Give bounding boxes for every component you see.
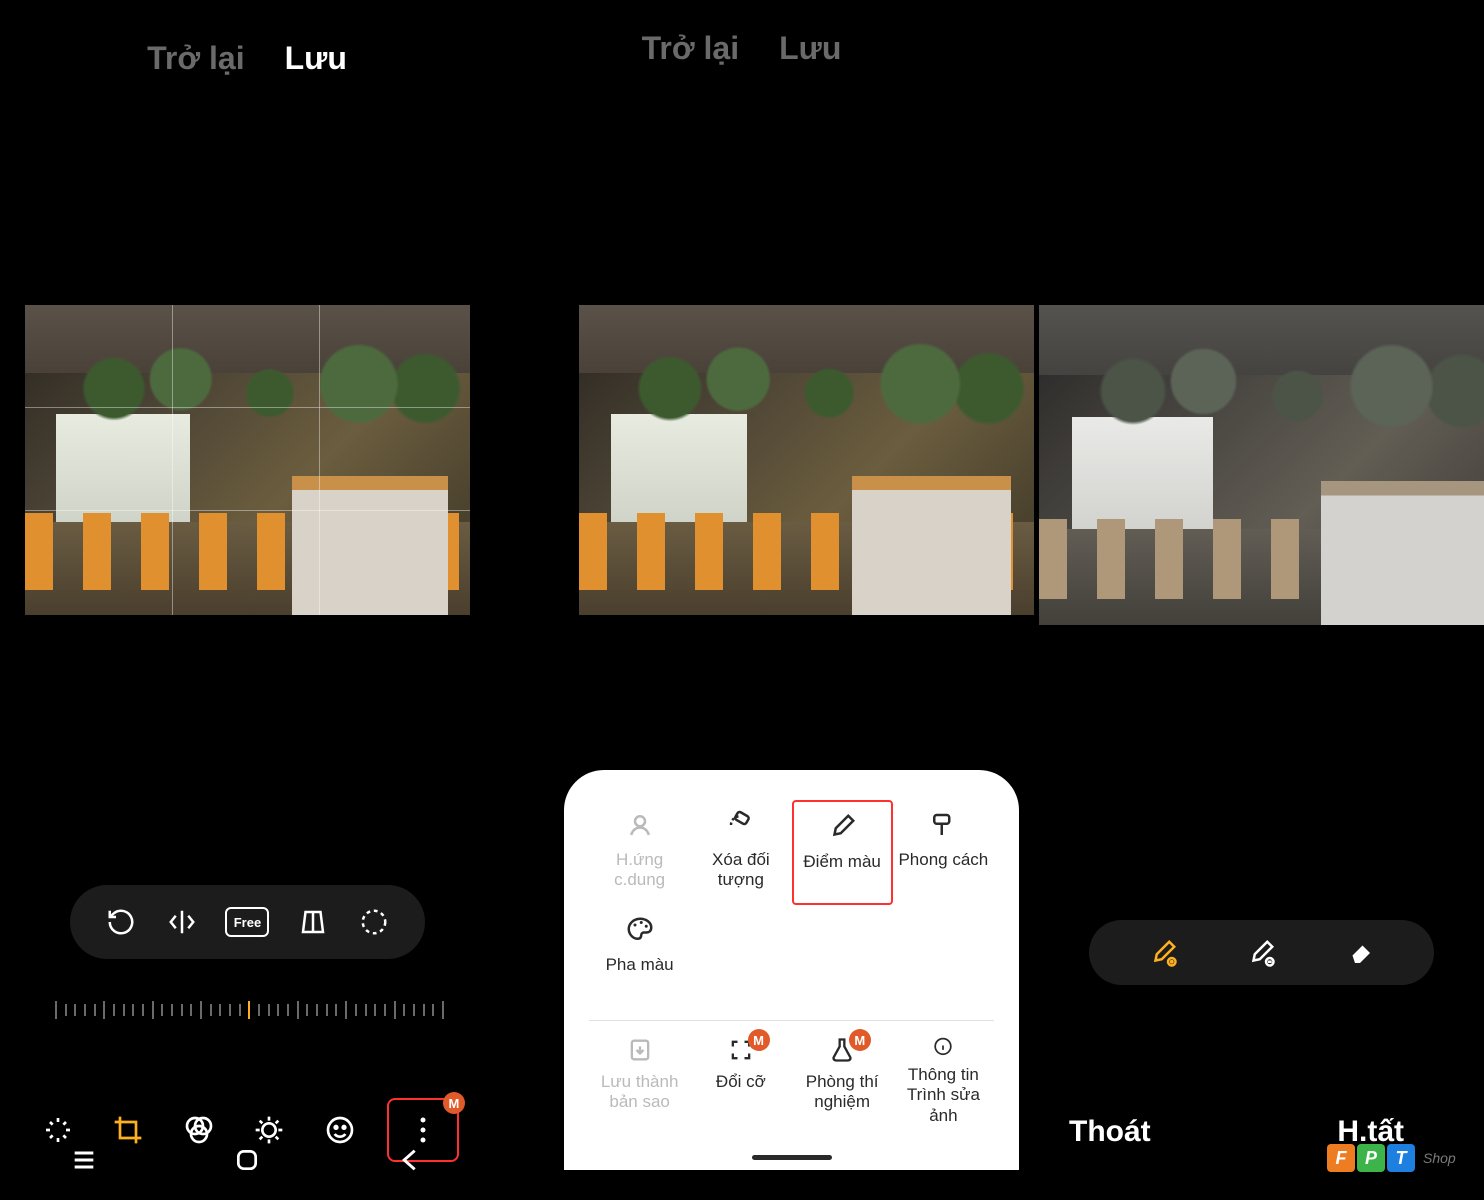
exit-button[interactable]: Thoát <box>1069 1115 1151 1149</box>
watermark: F P T Shop <box>1319 1138 1484 1178</box>
sheet-handle[interactable] <box>752 1155 832 1160</box>
editor-image-desaturated[interactable] <box>1039 305 1484 625</box>
eyedropper-add-icon[interactable] <box>1145 935 1181 971</box>
rotation-ruler[interactable] <box>55 990 444 1030</box>
save-copy-option[interactable]: Lưu thành bản sao <box>589 1031 690 1126</box>
transform-toolbar: Free <box>70 885 425 959</box>
eyedropper-remove-icon[interactable] <box>1243 935 1279 971</box>
back-button-nav[interactable] <box>396 1146 424 1174</box>
flip-horizontal-icon[interactable] <box>164 904 200 940</box>
m-badge: M <box>849 1029 871 1051</box>
editor-image[interactable] <box>25 305 470 615</box>
circle-crop-icon[interactable] <box>356 904 392 940</box>
eraser-icon[interactable] <box>1342 935 1378 971</box>
color-point-option[interactable]: Điểm màu <box>792 800 893 905</box>
free-ratio-icon[interactable]: Free <box>225 907 269 937</box>
back-button[interactable]: Trở lại <box>642 30 739 67</box>
save-button[interactable]: Lưu <box>285 40 347 77</box>
m-badge: M <box>748 1029 770 1051</box>
lab-option[interactable]: M Phòng thí nghiệm <box>792 1031 893 1126</box>
m-badge: M <box>443 1092 465 1114</box>
resize-option[interactable]: M Đổi cỡ <box>690 1031 791 1126</box>
portrait-effect-option[interactable]: H.ứng c.dung <box>589 800 690 905</box>
more-options-sheet: H.ứng c.dung Xóa đối tượng Điểm màu Phon… <box>564 770 1019 1170</box>
editor-info-option[interactable]: Thông tin Trình sửa ảnh <box>893 1031 994 1126</box>
object-erase-option[interactable]: Xóa đối tượng <box>690 800 791 905</box>
back-button[interactable]: Trở lại <box>147 40 244 77</box>
rotate-icon[interactable] <box>103 904 139 940</box>
recents-button[interactable] <box>70 1146 98 1174</box>
save-button[interactable]: Lưu <box>779 30 841 67</box>
perspective-icon[interactable] <box>295 904 331 940</box>
system-nav <box>50 1140 444 1180</box>
home-button[interactable] <box>234 1147 260 1173</box>
style-option[interactable]: Phong cách <box>893 800 994 905</box>
color-point-toolbar <box>1089 920 1434 985</box>
editor-image[interactable] <box>579 305 1034 615</box>
color-mix-option[interactable]: Pha màu <box>589 905 690 1010</box>
